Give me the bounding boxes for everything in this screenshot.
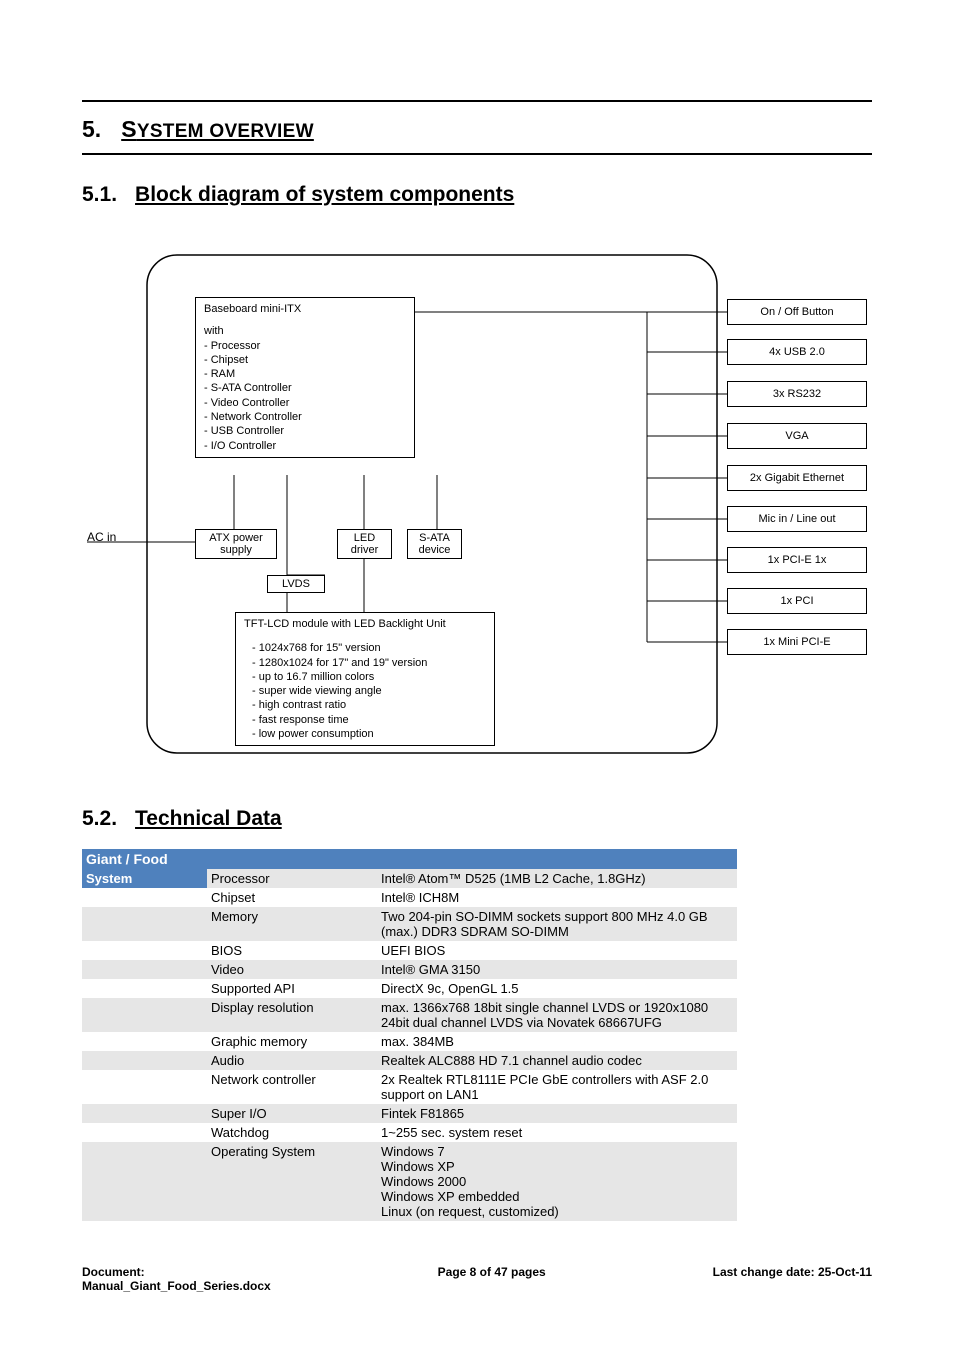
footer-right: Last change date: 25-Oct-11	[713, 1265, 872, 1293]
led-box: LED driver	[337, 529, 392, 559]
page-footer: Document: Manual_Giant_Food_Series.docx …	[82, 1265, 872, 1293]
technical-data-table: Giant / Food SystemProcessorIntel® Atom™…	[82, 849, 737, 1221]
section-title: SYSTEM OVERVIEW	[121, 116, 314, 143]
bottom-rule	[82, 153, 872, 155]
table-row: Graphic memorymax. 384MB	[82, 1032, 737, 1051]
subsection-5-2: 5.2. Technical Data	[82, 807, 872, 831]
block-diagram: AC in Baseboard mini-ITX with - Processo…	[87, 247, 867, 757]
table-row: Network controller2x Realtek RTL8111E PC…	[82, 1070, 737, 1104]
right-box-6: 1x PCI-E 1x	[727, 547, 867, 573]
subsection-title: Block diagram of system components	[135, 183, 514, 207]
subsection-title: Technical Data	[135, 807, 282, 831]
right-box-0: On / Off Button	[727, 299, 867, 325]
right-box-3: VGA	[727, 423, 867, 449]
right-box-5: Mic in / Line out	[727, 506, 867, 532]
tft-items: - 1024x768 for 15" version- 1280x1024 fo…	[244, 641, 486, 741]
baseboard-with: with	[204, 324, 406, 338]
table-row: Supported APIDirectX 9c, OpenGL 1.5	[82, 979, 737, 998]
subsection-number: 5.1.	[82, 183, 117, 207]
subsection-5-1: 5.1. Block diagram of system components	[82, 183, 872, 207]
table-row: Display resolutionmax. 1366x768 18bit si…	[82, 998, 737, 1032]
baseboard-box: Baseboard mini-ITX with - Processor- Chi…	[195, 297, 415, 458]
table-row: Watchdog1~255 sec. system reset	[82, 1123, 737, 1142]
table-row: Operating SystemWindows 7 Windows XP Win…	[82, 1142, 737, 1221]
baseboard-items: - Processor- Chipset- RAM- S-ATA Control…	[204, 339, 406, 453]
section-heading: 5. SYSTEM OVERVIEW	[82, 116, 872, 143]
section-number: 5.	[82, 116, 101, 143]
tft-box: TFT-LCD module with LED Backlight Unit -…	[235, 612, 495, 746]
top-rule	[82, 100, 872, 102]
right-box-8: 1x Mini PCI-E	[727, 629, 867, 655]
right-box-1: 4x USB 2.0	[727, 339, 867, 365]
subsection-number: 5.2.	[82, 807, 117, 831]
table-row: AudioRealtek ALC888 HD 7.1 channel audio…	[82, 1051, 737, 1070]
table-header: Giant / Food	[82, 849, 737, 869]
tft-title: TFT-LCD module with LED Backlight Unit	[244, 617, 486, 631]
right-box-2: 3x RS232	[727, 381, 867, 407]
table-row: BIOSUEFI BIOS	[82, 941, 737, 960]
lvds-box: LVDS	[267, 575, 325, 593]
ac-in-label: AC in	[87, 530, 116, 544]
baseboard-title: Baseboard mini-ITX	[204, 302, 406, 316]
sata-box: S-ATA device	[407, 529, 462, 559]
table-row: Super I/OFintek F81865	[82, 1104, 737, 1123]
atx-box: ATX power supply	[195, 529, 277, 559]
table-row: MemoryTwo 204-pin SO-DIMM sockets suppor…	[82, 907, 737, 941]
right-box-4: 2x Gigabit Ethernet	[727, 465, 867, 491]
footer-left: Document: Manual_Giant_Food_Series.docx	[82, 1265, 271, 1293]
right-box-7: 1x PCI	[727, 588, 867, 614]
footer-center: Page 8 of 47 pages	[438, 1265, 546, 1293]
table-row: ChipsetIntel® ICH8M	[82, 888, 737, 907]
table-row: VideoIntel® GMA 3150	[82, 960, 737, 979]
table-row: SystemProcessorIntel® Atom™ D525 (1MB L2…	[82, 869, 737, 888]
